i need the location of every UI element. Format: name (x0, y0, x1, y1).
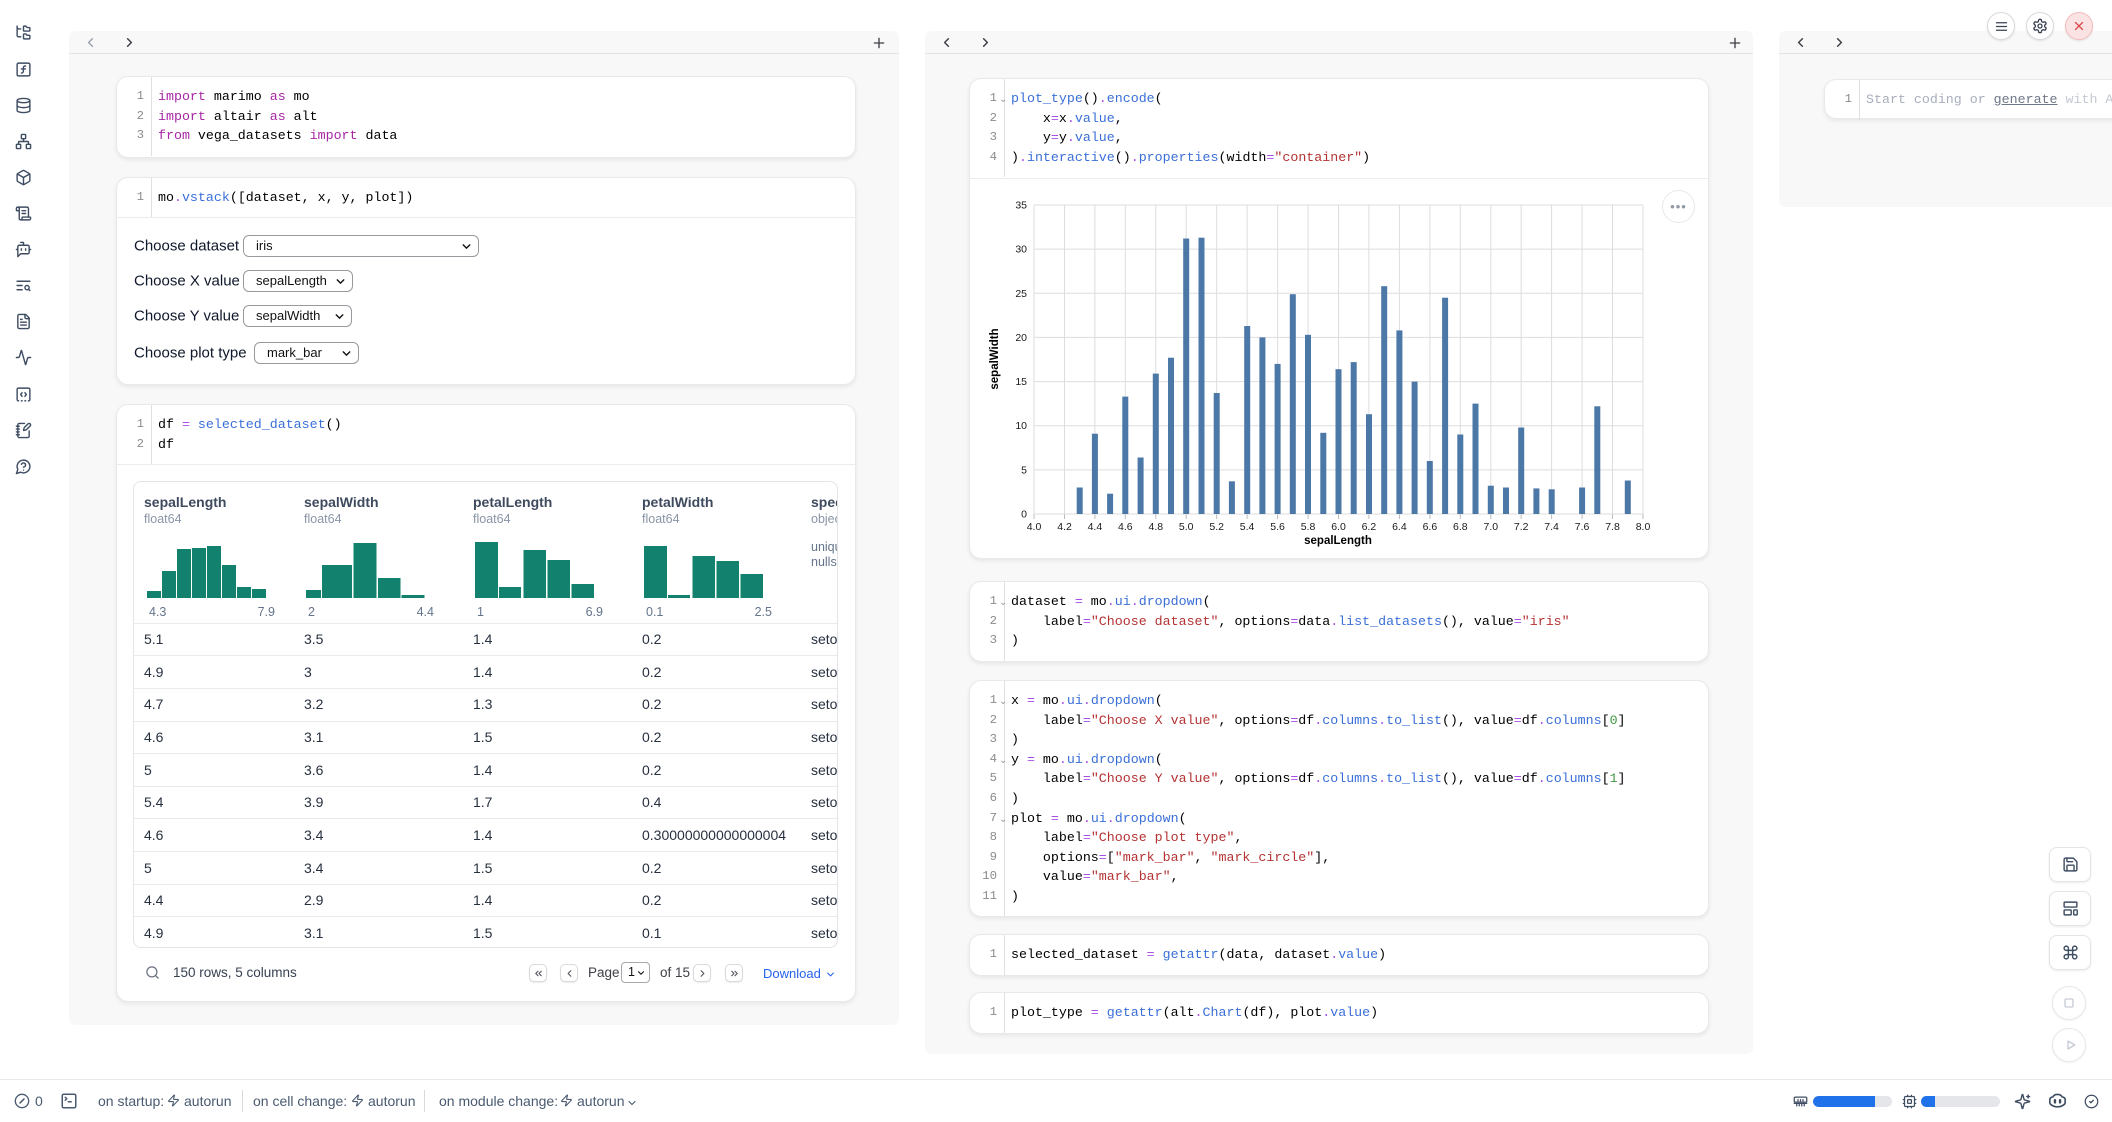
svg-text:5.4: 5.4 (1240, 521, 1255, 533)
svg-text:4.6: 4.6 (1118, 521, 1133, 533)
svg-text:25: 25 (1015, 288, 1027, 300)
svg-text:7.6: 7.6 (1575, 521, 1590, 533)
svg-text:5.0: 5.0 (1179, 521, 1194, 533)
svg-text:6.8: 6.8 (1453, 521, 1468, 533)
svg-text:4.0: 4.0 (1027, 521, 1042, 533)
svg-text:20: 20 (1015, 332, 1027, 344)
svg-text:7.0: 7.0 (1483, 521, 1498, 533)
svg-text:7.2: 7.2 (1514, 521, 1529, 533)
svg-text:5.8: 5.8 (1301, 521, 1316, 533)
svg-text:sepalLength: sepalLength (1304, 535, 1372, 547)
svg-text:15: 15 (1015, 376, 1027, 388)
svg-text:7.4: 7.4 (1544, 521, 1559, 533)
svg-text:8.0: 8.0 (1636, 521, 1651, 533)
svg-text:4.8: 4.8 (1148, 521, 1163, 533)
svg-text:5: 5 (1021, 464, 1027, 476)
svg-text:6.0: 6.0 (1331, 521, 1346, 533)
svg-text:sepalWidth: sepalWidth (989, 328, 1001, 389)
svg-text:6.2: 6.2 (1362, 521, 1377, 533)
svg-text:4.4: 4.4 (1088, 521, 1103, 533)
svg-text:30: 30 (1015, 244, 1027, 256)
svg-text:10: 10 (1015, 420, 1027, 432)
svg-text:6.4: 6.4 (1392, 521, 1407, 533)
svg-text:0: 0 (1021, 509, 1027, 521)
svg-text:5.6: 5.6 (1270, 521, 1285, 533)
svg-text:6.6: 6.6 (1423, 521, 1438, 533)
svg-text:5.2: 5.2 (1209, 521, 1224, 533)
svg-text:7.8: 7.8 (1605, 521, 1620, 533)
svg-text:35: 35 (1015, 200, 1027, 212)
svg-text:4.2: 4.2 (1057, 521, 1072, 533)
